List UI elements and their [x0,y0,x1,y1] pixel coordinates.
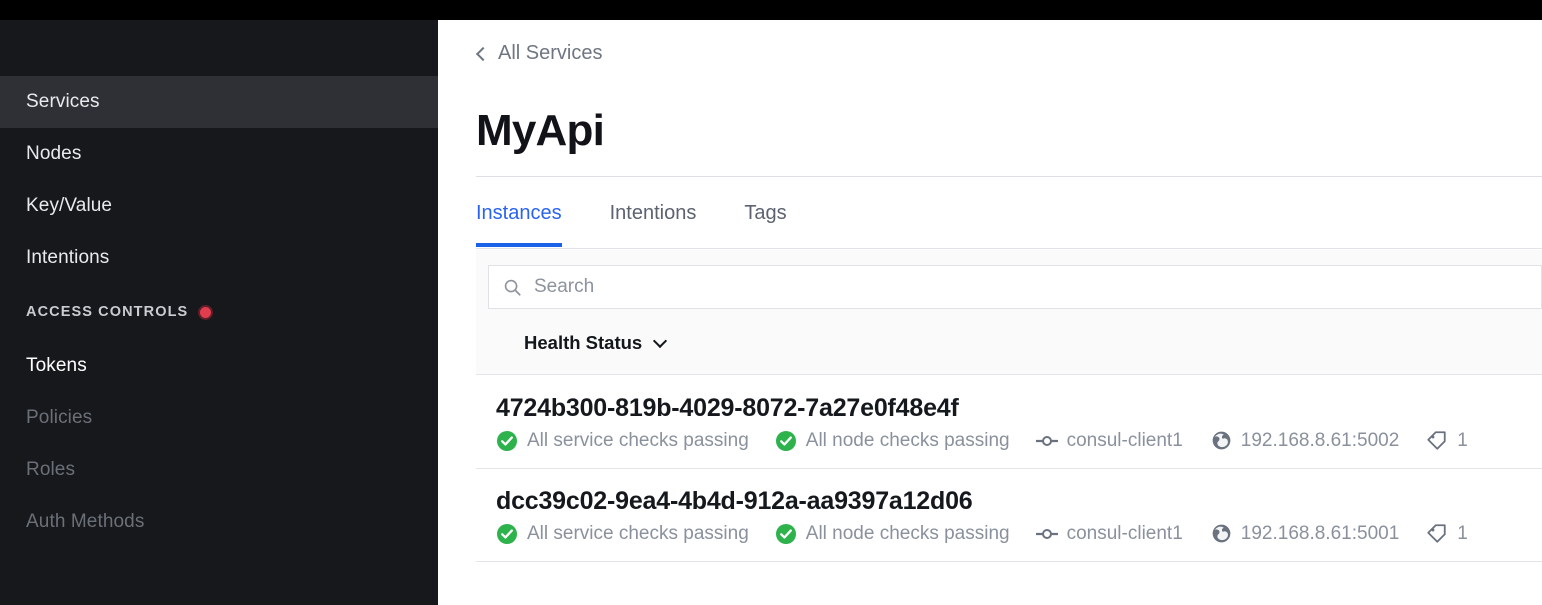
instance-meta: All service checks passing All node chec… [496,522,1542,545]
sidebar-section-label: ACCESS CONTROLS [26,304,189,320]
node-checks-status: All node checks passing [775,430,1010,452]
health-status-dropdown[interactable]: Health Status [524,332,668,354]
tag-icon [1427,524,1446,543]
main-content: All Services MyApi Instances Intentions … [438,20,1542,605]
search-box[interactable] [488,265,1542,309]
instance-address: 192.168.8.61:5002 [1211,429,1400,452]
node-icon [1035,528,1058,539]
tab-instances[interactable]: Instances [476,192,562,247]
check-circle-icon [775,523,796,544]
tab-bar-divider [476,248,1542,249]
tab-tags[interactable]: Tags [744,192,786,247]
service-checks-status: All service checks passing [496,523,749,545]
sidebar-item-label: Services [26,91,100,112]
tag-count: 1 [1425,522,1468,545]
service-checks-status: All service checks passing [496,430,749,452]
sidebar-section-access-controls: ACCESS CONTROLS [0,284,438,340]
sidebar-item-nodes[interactable]: Nodes [0,128,438,180]
sidebar-item-label: Nodes [26,143,82,164]
sidebar-item-label: Tokens [26,355,87,376]
sidebar-item-services[interactable]: Services [0,76,438,128]
instance-id: dcc39c02-9ea4-4b4d-912a-aa9397a12d06 [496,487,973,515]
check-circle-icon [497,523,517,544]
check-circle-icon [497,430,517,451]
window-top-bar [0,0,1542,20]
address-label: 192.168.8.61:5002 [1240,429,1400,451]
instance-address: 192.168.8.61:5001 [1211,522,1400,545]
node-name: consul-client1 [1035,522,1183,545]
chevron-left-icon [475,46,491,62]
sidebar-item-intentions[interactable]: Intentions [0,232,438,284]
tag-count: 1 [1425,429,1468,452]
tag-count-label: 1 [1457,429,1468,451]
sidebar-item-label: Auth Methods [26,511,145,532]
sidebar-item-label: Policies [26,407,93,428]
sidebar-item-auth-methods[interactable]: Auth Methods [0,496,438,548]
sidebar: Services Nodes Key/Value Intentions ACCE… [0,20,438,605]
sidebar-item-tokens[interactable]: Tokens [0,340,438,392]
health-status-label: Health Status [524,332,643,353]
tag-count-label: 1 [1457,522,1468,544]
service-checks-label: All service checks passing [527,522,749,544]
sidebar-top-spacer [0,20,438,76]
node-checks-label: All node checks passing [805,522,1010,544]
node-checks-status: All node checks passing [775,523,1010,545]
check-circle-icon [775,430,796,451]
instance-meta: All service checks passing All node chec… [496,429,1542,452]
sidebar-item-roles[interactable]: Roles [0,444,438,496]
sidebar-item-label: Key/Value [26,195,113,216]
node-icon [1035,435,1058,446]
tab-label: Instances [476,202,562,224]
tag-icon [1427,431,1446,450]
instance-id: 4724b300-819b-4029-8072-7a27e0f48e4f [496,394,959,422]
service-checks-label: All service checks passing [527,429,749,451]
page-title: MyApi [476,106,605,155]
tab-intentions[interactable]: Intentions [610,192,697,247]
instance-list: 4724b300-819b-4029-8072-7a27e0f48e4f All… [476,376,1542,562]
node-label: consul-client1 [1066,522,1183,544]
node-label: consul-client1 [1066,429,1183,451]
tab-label: Tags [744,202,787,224]
globe-icon [1212,431,1231,450]
search-icon [504,279,521,296]
node-checks-label: All node checks passing [805,429,1010,451]
sidebar-item-policies[interactable]: Policies [0,392,438,444]
table-row[interactable]: dcc39c02-9ea4-4b4d-912a-aa9397a12d06 All… [476,469,1542,562]
node-name: consul-client1 [1035,429,1183,452]
chevron-down-icon [653,333,668,348]
notification-dot-icon [198,304,214,320]
sidebar-item-label: Roles [26,459,76,480]
breadcrumb-label: All Services [498,42,603,64]
tab-bar: Instances Intentions Tags [476,192,1542,248]
table-row[interactable]: 4724b300-819b-4029-8072-7a27e0f48e4f All… [476,376,1542,469]
filter-bar: Health Status [476,250,1542,375]
breadcrumb-all-services[interactable]: All Services [475,42,603,65]
search-input[interactable] [534,276,1494,298]
title-divider [476,176,1542,177]
tab-label: Intentions [609,202,697,224]
address-label: 192.168.8.61:5001 [1240,522,1400,544]
sidebar-item-label: Intentions [26,247,110,268]
globe-icon [1212,524,1231,543]
sidebar-item-key-value[interactable]: Key/Value [0,180,438,232]
